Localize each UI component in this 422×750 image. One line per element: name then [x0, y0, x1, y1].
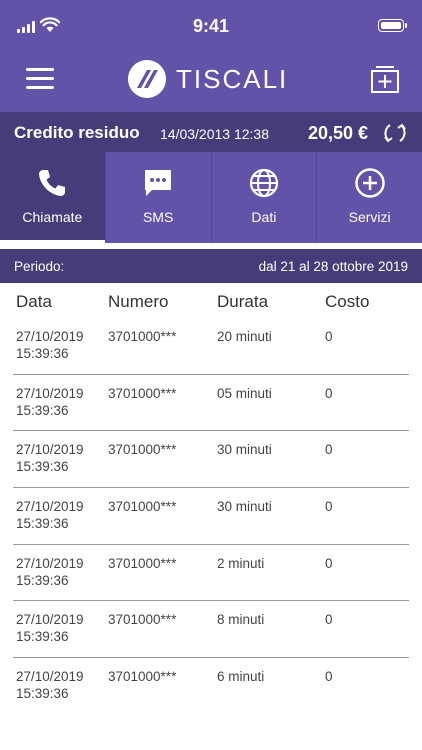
status-time: 9:41 [192, 16, 230, 36]
table-row[interactable]: 27/10/2019 15:39:36 3701000*** 05 minuti … [13, 375, 409, 432]
brand-logo: TISCALI [128, 59, 288, 99]
tab-label: SMS [142, 209, 174, 225]
message-icon [145, 170, 172, 196]
row-cost: 0 [325, 669, 333, 685]
row-duration: 30 minuti [217, 442, 272, 458]
row-duration: 30 minuti [217, 499, 272, 515]
credit-label: Credito residuo [14, 123, 140, 142]
app-header: 9:41 TISCALI [0, 0, 422, 112]
row-time: 15:39:36 [16, 402, 69, 418]
row-cost: 0 [325, 385, 333, 401]
row-time: 15:39:36 [16, 459, 69, 475]
row-duration: 6 minuti [217, 669, 265, 685]
tab-label: Dati [251, 209, 277, 225]
row-number: 3701000*** [108, 669, 177, 685]
credit-bar: Credito residuo 14/03/2013 12:38 20,50 € [0, 112, 422, 152]
row-number: 3701000*** [108, 612, 177, 628]
period-label: Periodo: [14, 259, 65, 274]
row-time: 15:39:36 [16, 629, 69, 645]
row-number: 3701000*** [108, 442, 177, 458]
column-header-data: Data [16, 292, 52, 311]
row-duration: 8 minuti [217, 612, 265, 628]
table-row[interactable]: 27/10/2019 15:39:36 3701000*** 30 minuti … [13, 488, 409, 545]
refresh-icon[interactable] [382, 120, 408, 146]
tab-label: Chiamate [22, 209, 83, 225]
period-bar: Periodo: dal 21 al 28 ottobre 2019 [0, 249, 422, 283]
calls-list: 27/10/2019 15:39:36 3701000*** 20 minuti … [0, 318, 422, 715]
table-row[interactable]: 27/10/2019 15:39:36 3701000*** 30 minuti … [13, 431, 409, 489]
column-header-numero: Numero [108, 292, 169, 311]
row-number: 3701000*** [108, 329, 177, 344]
table-row[interactable]: 27/10/2019 15:39:36 3701000*** 6 minuti 0 [13, 658, 409, 715]
tab-label: Servizi [348, 209, 391, 225]
tab-dati[interactable]: Dati [210, 152, 317, 243]
row-cost: 0 [325, 442, 333, 458]
menu-button[interactable] [26, 68, 54, 90]
row-date: 27/10/2019 [16, 669, 84, 685]
row-time: 15:39:36 [16, 572, 69, 588]
table-row[interactable]: 27/10/2019 15:39:36 3701000*** 20 minuti … [13, 318, 409, 375]
period-value: dal 21 al 28 ottobre 2019 [258, 259, 408, 274]
brand-name: TISCALI [176, 63, 289, 94]
row-cost: 0 [325, 555, 333, 571]
table-row[interactable]: 27/10/2019 15:39:36 3701000*** 8 minuti 0 [13, 601, 409, 659]
row-cost: 0 [325, 329, 333, 344]
row-time: 15:39:36 [16, 346, 69, 361]
row-duration: 05 minuti [217, 385, 272, 401]
plus-circle-icon [354, 168, 385, 198]
row-date: 27/10/2019 [16, 442, 84, 458]
row-cost: 0 [325, 499, 333, 515]
tab-servizi[interactable]: Servizi [316, 152, 422, 243]
globe-icon [249, 168, 278, 198]
tab-sms[interactable]: SMS [104, 152, 211, 243]
row-number: 3701000*** [108, 555, 177, 571]
tab-bar: Chiamate SMS Dati Servizi [0, 152, 422, 243]
row-number: 3701000*** [108, 499, 177, 515]
row-date: 27/10/2019 [16, 385, 84, 401]
tab-chiamate[interactable]: Chiamate [0, 152, 105, 243]
table-row[interactable]: 27/10/2019 15:39:36 3701000*** 2 minuti 0 [13, 545, 409, 602]
column-header-costo: Costo [325, 292, 370, 311]
row-time: 15:39:36 [16, 516, 69, 532]
row-number: 3701000*** [108, 385, 177, 401]
battery-icon [378, 19, 407, 32]
column-header-durata: Durata [217, 292, 269, 311]
row-duration: 20 minuti [217, 329, 272, 344]
row-duration: 2 minuti [217, 555, 265, 571]
add-tab-icon[interactable] [370, 64, 400, 94]
row-cost: 0 [325, 612, 333, 628]
table-header: Data Numero Durata Costo [0, 292, 422, 316]
status-bar: 9:41 [0, 0, 422, 52]
row-date: 27/10/2019 [16, 329, 84, 344]
credit-amount: 20,50 € [307, 123, 368, 143]
row-date: 27/10/2019 [16, 612, 84, 628]
credit-date: 14/03/2013 12:38 [160, 126, 269, 142]
hamburger-icon [26, 68, 54, 71]
row-date: 27/10/2019 [16, 555, 84, 571]
row-time: 15:39:36 [16, 686, 69, 702]
phone-icon [39, 170, 66, 196]
tiscali-logo-icon [128, 60, 166, 98]
row-date: 27/10/2019 [16, 499, 84, 515]
